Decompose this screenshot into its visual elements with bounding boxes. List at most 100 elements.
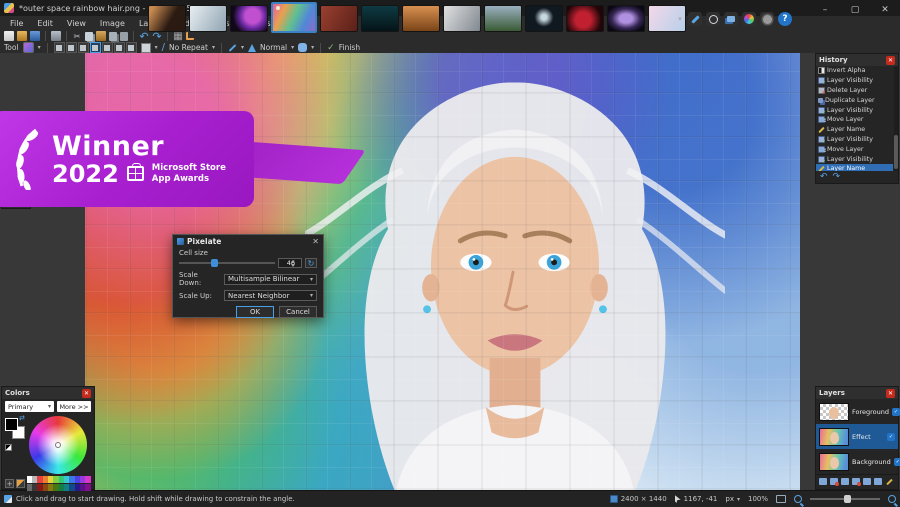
history-item[interactable]: Layer Visibility: [816, 135, 893, 145]
save-icon[interactable]: [30, 31, 40, 41]
thumbnail-moon[interactable]: [525, 5, 563, 32]
minimize-button[interactable]: –: [810, 0, 840, 20]
antialias-dropdown-icon[interactable]: ▾: [311, 44, 314, 51]
cancel-button[interactable]: Cancel: [279, 306, 317, 318]
dialog-titlebar[interactable]: Pixelate ✕: [173, 235, 323, 248]
zoom-in-icon[interactable]: [888, 495, 896, 503]
colors-close-icon[interactable]: ✕: [82, 388, 91, 398]
cell-size-input[interactable]: [278, 258, 302, 268]
repeat-mode-value[interactable]: No Repeat: [169, 43, 208, 52]
history-item[interactable]: Layer Visibility: [816, 105, 893, 116]
print-icon[interactable]: [51, 31, 61, 41]
color-preset-select[interactable]: Primary ▾: [5, 401, 54, 412]
history-panel-toggle-icon[interactable]: [706, 12, 720, 26]
paste-icon[interactable]: [96, 31, 106, 41]
tools-panel-toggle-icon[interactable]: [688, 12, 702, 26]
help-icon[interactable]: ?: [778, 12, 792, 26]
selection-mode-1[interactable]: [53, 42, 65, 53]
antialias-icon[interactable]: [298, 43, 308, 52]
scale-up-select[interactable]: Nearest Neighbor ▾: [224, 290, 317, 301]
maximize-button[interactable]: ▢: [840, 0, 870, 20]
move-layer-up-icon[interactable]: [863, 478, 871, 485]
crop-icon[interactable]: [186, 32, 194, 40]
selection-mode-2[interactable]: [65, 42, 77, 53]
blend-mode-dropdown-icon[interactable]: ▾: [291, 44, 294, 51]
history-item-selected[interactable]: Layer Name: [816, 163, 893, 171]
swap-colors-icon[interactable]: ⇄: [19, 414, 25, 422]
copy-merged-icon[interactable]: [109, 31, 117, 41]
history-item[interactable]: Layer Visibility: [816, 76, 893, 86]
history-item[interactable]: Move Layer: [816, 115, 893, 125]
selection-mode-3[interactable]: [77, 42, 89, 53]
new-file-icon[interactable]: [4, 31, 14, 41]
thumbnail-interior[interactable]: [148, 5, 186, 32]
add-color-icon[interactable]: +: [5, 479, 14, 488]
colors-panel-toggle-icon[interactable]: [742, 12, 756, 26]
fill-style-icon[interactable]: [140, 42, 151, 53]
thumbnail-rainbow-hair-selected[interactable]: [271, 2, 317, 33]
open-file-icon[interactable]: [17, 31, 27, 41]
settings-icon[interactable]: [760, 12, 774, 26]
delete-layer-icon[interactable]: [830, 478, 839, 486]
pen-style-icon[interactable]: [228, 43, 237, 52]
thumbnail-night-city[interactable]: [361, 5, 399, 32]
menu-image[interactable]: Image: [94, 17, 131, 30]
thumbnail-red-texture[interactable]: [320, 5, 358, 32]
merge-layer-icon[interactable]: [852, 478, 861, 486]
layer-visible-checkbox[interactable]: ✓: [892, 407, 900, 416]
zoom-slider[interactable]: [810, 495, 880, 503]
more-button[interactable]: More >>: [57, 401, 91, 412]
layer-visible-checkbox[interactable]: ✓: [893, 457, 900, 466]
colors-panel-header[interactable]: Colors ✕: [2, 387, 94, 399]
layers-close-icon[interactable]: ✕: [886, 388, 895, 398]
pen-style-dropdown-icon[interactable]: ▾: [241, 44, 244, 51]
add-layer-icon[interactable]: [819, 478, 827, 485]
color-wheel[interactable]: [29, 416, 87, 474]
unit-dropdown-icon[interactable]: ▾: [737, 496, 740, 503]
menu-file[interactable]: File: [4, 17, 29, 30]
layer-row-effect-selected[interactable]: Effect ✓: [816, 424, 898, 449]
layer-properties-icon[interactable]: [885, 478, 893, 485]
selection-mode-6[interactable]: [113, 42, 125, 53]
history-item[interactable]: Layer Visibility: [816, 154, 893, 165]
primary-color-swatch[interactable]: [5, 418, 18, 431]
move-layer-down-icon[interactable]: [874, 478, 882, 485]
menu-view[interactable]: View: [61, 17, 92, 30]
close-button[interactable]: ✕: [870, 0, 900, 20]
copy-icon[interactable]: [85, 31, 93, 41]
image-list-dropdown-icon[interactable]: ▾: [676, 12, 684, 26]
thumbnail-wolf[interactable]: [443, 5, 481, 32]
unit-select[interactable]: px: [725, 495, 734, 503]
thumbnail-rose[interactable]: [566, 5, 604, 32]
color-palette[interactable]: [27, 476, 91, 491]
blend-mode-value[interactable]: Normal: [260, 43, 287, 52]
history-item[interactable]: Delete Layer: [816, 86, 893, 96]
history-item[interactable]: Duplicate Layer: [816, 95, 893, 105]
finish-button[interactable]: Finish: [339, 43, 360, 52]
menu-edit[interactable]: Edit: [31, 17, 59, 30]
history-item[interactable]: Move Layer: [816, 144, 893, 154]
selection-mode-4-active[interactable]: [89, 42, 101, 53]
selection-mode-5[interactable]: [101, 42, 113, 53]
paste-new-icon[interactable]: [120, 31, 128, 41]
history-scrollbar[interactable]: [894, 66, 898, 171]
selection-mode-7[interactable]: [125, 42, 137, 53]
current-tool-icon[interactable]: [22, 42, 34, 53]
recent-color-swatch[interactable]: [16, 479, 25, 488]
history-item[interactable]: Layer Name: [816, 125, 893, 135]
zoom-fit-icon[interactable]: [776, 495, 786, 503]
ok-button[interactable]: OK: [236, 306, 274, 318]
layers-panel-header[interactable]: Layers ✕: [816, 387, 898, 399]
cell-size-slider-thumb[interactable]: [210, 259, 218, 267]
default-colors-icon[interactable]: [5, 444, 12, 451]
undo-icon[interactable]: ↶: [820, 172, 828, 182]
thumbnail-purple-arc[interactable]: [230, 5, 268, 32]
reset-button[interactable]: ↻: [305, 258, 317, 268]
thumbnail-snow[interactable]: [189, 5, 227, 32]
thumbnail-aurora[interactable]: [607, 5, 645, 32]
zoom-out-icon[interactable]: [794, 495, 802, 503]
history-close-icon[interactable]: ✕: [886, 55, 895, 65]
thumbnail-valley[interactable]: [484, 5, 522, 32]
dialog-close-icon[interactable]: ✕: [312, 237, 319, 246]
layer-row-foreground[interactable]: Foreground ✓: [816, 399, 900, 424]
